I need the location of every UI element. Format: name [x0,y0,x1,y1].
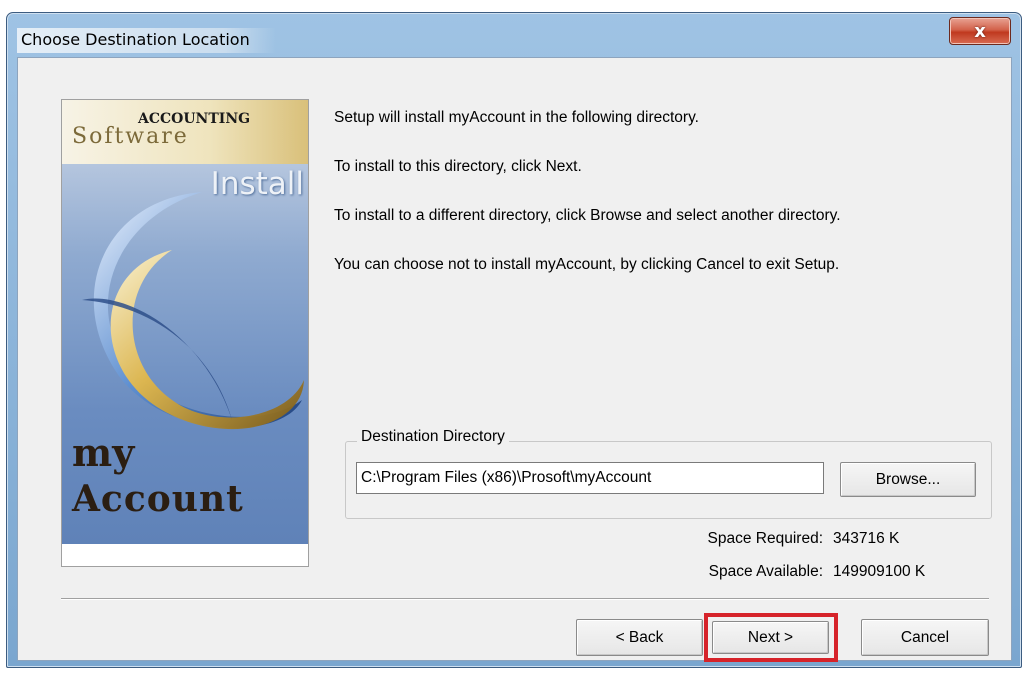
window-title: Choose Destination Location [17,28,276,53]
space-required-value: 343716 K [833,530,900,547]
divider-line [61,598,989,600]
cancel-button[interactable]: Cancel [861,619,989,656]
space-available-value: 149909100 K [833,563,926,580]
info-line-install-location: Setup will install myAccount in the foll… [334,109,699,126]
info-line-click-next: To install to this directory, click Next… [334,158,582,175]
banner-install-text: Install [210,166,304,202]
destination-group-label: Destination Directory [357,428,509,446]
back-button-label: < Back [615,628,664,646]
next-button-highlight [704,613,838,662]
dialog-body: ACCOUNTING Software Install my Account S… [17,57,1012,662]
close-button[interactable]: x [949,17,1011,45]
banner-account-text: Account [72,478,244,520]
title-bar[interactable]: Choose Destination Location x [7,13,1021,57]
info-line-cancel: You can choose not to install myAccount,… [334,256,840,273]
banner-my-text: my [72,430,135,475]
cancel-button-label: Cancel [900,628,950,646]
destination-path-input[interactable] [356,462,824,494]
browse-button[interactable]: Browse... [840,462,976,497]
browse-button-label: Browse... [875,470,941,488]
close-icon: x [974,20,986,42]
install-banner-image: ACCOUNTING Software Install my Account [61,99,309,567]
info-line-browse: To install to a different directory, cli… [334,207,841,224]
space-required-label: Space Required: [707,530,823,547]
back-button[interactable]: < Back [576,619,703,656]
setup-window: Choose Destination Location x ACCOUNTING… [6,12,1022,668]
space-available-label: Space Available: [708,563,823,580]
banner-software-text: Software [72,124,189,149]
